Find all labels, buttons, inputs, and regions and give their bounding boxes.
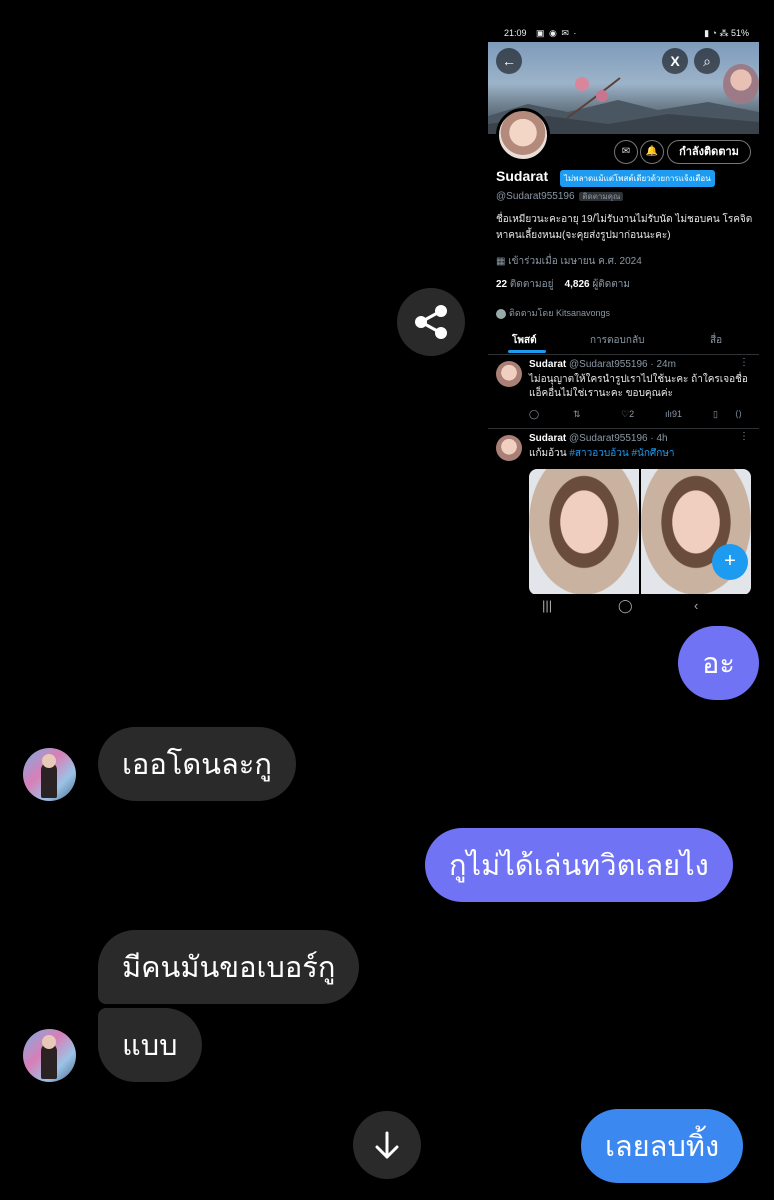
battery-level: 51% xyxy=(730,28,749,38)
retweet-icon[interactable]: ⇅ xyxy=(573,409,581,420)
tab-replies[interactable]: การตอบกลับ xyxy=(590,333,644,348)
share-button[interactable] xyxy=(397,288,465,356)
profile-tabs: โพสต์ การตอบกลับ สื่อ xyxy=(488,328,759,355)
bookmark-icon[interactable]: ▯ xyxy=(713,409,718,420)
follower-avatar xyxy=(496,308,506,319)
tweet-text: แก้มอ้วน #สาวอวบอ้วน #นักศึกษา xyxy=(529,448,675,459)
profile-avatar[interactable] xyxy=(496,108,550,162)
scroll-down-button[interactable] xyxy=(353,1111,421,1179)
share-tweet-icon[interactable]: ⟨⟩ xyxy=(735,409,742,420)
outgoing-message[interactable]: กูไม่ได้เล่นทวิตเลยไง xyxy=(425,828,733,902)
active-tab-indicator xyxy=(508,350,546,353)
tweet-avatar[interactable] xyxy=(496,435,522,461)
handle-text: @Sudarat955196 xyxy=(496,191,575,202)
incoming-message[interactable]: มีคนมันขอเบอร์กู xyxy=(98,930,360,1004)
following-count: 22 xyxy=(496,279,508,290)
flower-image xyxy=(566,77,621,119)
contact-avatar[interactable] xyxy=(23,748,76,801)
tweet[interactable]: Sudarat @Sudarat955196 · 24m ⋮ ไม่อนุญาต… xyxy=(488,355,759,429)
grok-button[interactable]: X xyxy=(662,48,688,74)
joined-date: ▦ เข้าร่วมเมื่อ เมษายน ค.ศ. 2024 xyxy=(496,256,642,267)
incoming-message[interactable]: แบบ xyxy=(98,1008,202,1082)
like-icon[interactable]: ♡ 2 xyxy=(621,409,634,420)
tab-media[interactable]: สื่อ xyxy=(710,333,722,348)
following-button[interactable]: กำลังติดตาม xyxy=(667,140,751,164)
notify-bell-button[interactable]: 🔔 xyxy=(640,140,664,164)
arrow-down-icon xyxy=(375,1131,399,1159)
recents-icon[interactable]: ||| xyxy=(542,598,552,613)
share-icon xyxy=(415,305,447,339)
tab-posts[interactable]: โพสต์ xyxy=(512,333,537,348)
profile-name: Sudarat xyxy=(496,168,549,184)
tweet-header: Sudarat @Sudarat955196 · 24m xyxy=(529,359,676,370)
more-icon[interactable]: ⋮ xyxy=(739,357,749,368)
profile-bio: ชื่อเหมียวนะคะอายุ 19/ไม่รับงานไม่รับนัด… xyxy=(496,214,753,241)
back-icon[interactable]: ‹ xyxy=(694,598,698,613)
tweet-media[interactable] xyxy=(529,469,751,595)
following-label: ติดตามอยู่ xyxy=(509,279,554,290)
followers-label: ผู้ติดตาม xyxy=(592,279,630,290)
banner-thumbnail xyxy=(723,64,759,104)
signal-icon: ▮ ◔ ⁂ xyxy=(704,28,731,38)
notify-tooltip: ไม่พลาดแม้แต่โพสต์เดียวด้วยการแจ้งเตือน xyxy=(560,170,715,187)
tweet-avatar[interactable] xyxy=(496,361,522,387)
profile-handle: @Sudarat955196 ติดตามคุณ xyxy=(496,190,624,203)
more-icon[interactable]: ⋮ xyxy=(739,431,749,442)
views-icon[interactable]: ılı 91 xyxy=(665,409,682,419)
photo[interactable] xyxy=(529,469,639,595)
outgoing-message[interactable]: อะ xyxy=(678,626,759,700)
tweet-hashtags[interactable]: #สาวอวบอ้วน #นักศึกษา xyxy=(569,448,674,459)
follows-you-badge: ติดตามคุณ xyxy=(579,192,624,201)
search-button[interactable]: ⌕ xyxy=(694,48,720,74)
outgoing-message[interactable]: เลยลบทิ้ง xyxy=(581,1109,744,1183)
followed-by[interactable]: ติดตามโดย Kitsanavongs xyxy=(496,306,610,320)
status-time: 21:09 xyxy=(504,28,527,38)
tweet-header: Sudarat @Sudarat955196 · 4h xyxy=(529,433,668,444)
compose-button[interactable]: + xyxy=(712,544,748,580)
contact-avatar[interactable] xyxy=(23,1029,76,1082)
incoming-message[interactable]: เออโดนละกู xyxy=(98,727,296,801)
followers-count: 4,826 xyxy=(564,279,590,290)
android-nav-bar: ||| ◯ ‹ xyxy=(488,594,759,620)
message-button[interactable]: ✉ xyxy=(614,140,638,164)
shared-screenshot[interactable]: 21:09 ▣ ◉ ✉ · ▮ ◔ ⁂ 51% ← X ⌕ ✉ 🔔 กำลังต… xyxy=(488,24,759,620)
notification-icons: ▣ ◉ ✉ · xyxy=(536,28,578,38)
back-button[interactable]: ← xyxy=(496,48,522,74)
home-icon[interactable]: ◯ xyxy=(618,598,633,614)
calendar-icon: ▦ xyxy=(496,256,509,267)
follow-counts[interactable]: 22 ติดตามอยู่ 4,826 ผู้ติดตาม xyxy=(496,277,630,292)
tweet-text: ไม่อนุญาตให้ใครนำรูปเราไปใช้นะคะ ถ้าใครเ… xyxy=(529,374,748,399)
status-bar: 21:09 ▣ ◉ ✉ · ▮ ◔ ⁂ 51% xyxy=(488,24,759,42)
reply-icon[interactable]: ◯ xyxy=(529,409,539,420)
